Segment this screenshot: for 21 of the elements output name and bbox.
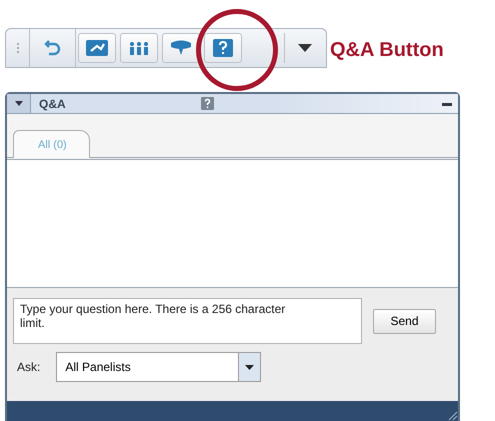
question-mark-icon <box>213 39 233 57</box>
chat-button[interactable] <box>162 33 200 63</box>
caret-icon <box>245 364 254 370</box>
participants-button[interactable] <box>120 33 158 63</box>
share-button[interactable] <box>78 33 116 63</box>
qa-button[interactable] <box>204 33 242 63</box>
minimize-icon <box>442 102 452 106</box>
collapse-button[interactable] <box>7 94 31 113</box>
help-icon <box>201 97 214 110</box>
ask-label: Ask: <box>17 359 40 376</box>
people-icon <box>128 41 150 55</box>
annotation-label: Q&A Button <box>330 38 444 63</box>
undo-icon <box>44 38 62 58</box>
panel-title: Q&A <box>38 96 67 112</box>
resize-grip-icon[interactable] <box>448 411 458 421</box>
send-button[interactable]: Send <box>373 308 436 334</box>
question-field[interactable]: Type your question here. There is a 256 character limit. <box>13 298 362 344</box>
ask-dropdown[interactable]: All Panelists <box>56 352 262 382</box>
line-chart-icon <box>86 40 108 56</box>
caret-icon <box>298 44 312 52</box>
caret-icon <box>14 101 22 106</box>
